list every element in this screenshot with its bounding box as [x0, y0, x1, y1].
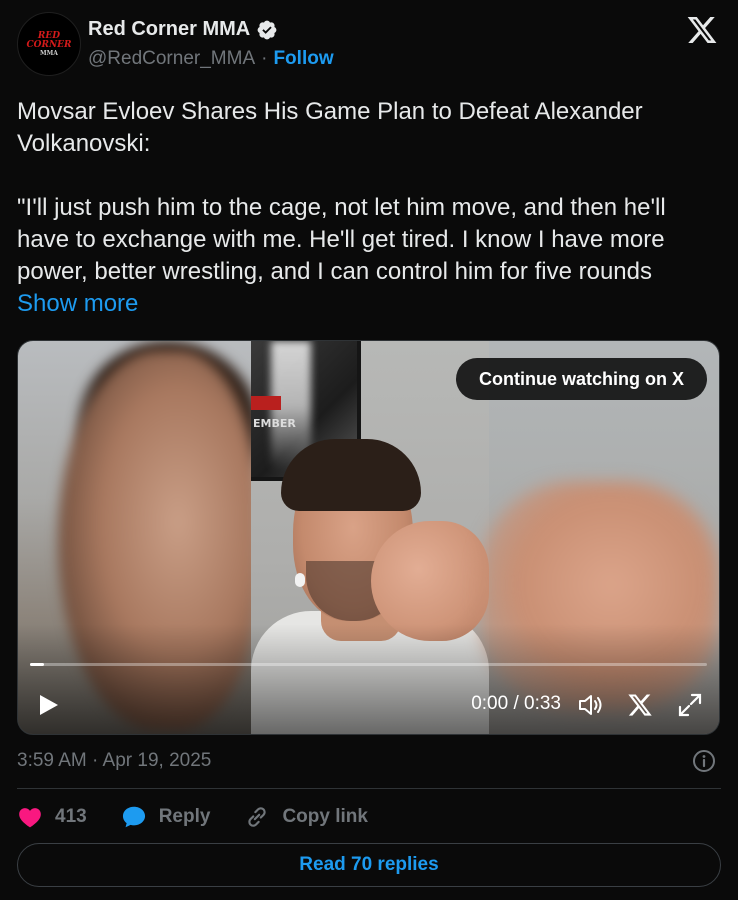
- like-button[interactable]: 413: [17, 804, 87, 830]
- volume-icon[interactable]: [577, 692, 605, 718]
- x-logo-icon[interactable]: [686, 14, 718, 46]
- read-replies-button[interactable]: Read 70 replies: [17, 843, 721, 887]
- continue-watching-button[interactable]: Continue watching on X: [456, 358, 707, 400]
- info-icon[interactable]: [692, 749, 716, 773]
- video-player[interactable]: EMBER Continue watching on X 0:00 / 0:33: [17, 340, 720, 735]
- tweet-embed-card: RED CORNER MMA Red Corner MMA @RedCorner…: [0, 0, 738, 900]
- avatar[interactable]: RED CORNER MMA: [17, 12, 81, 76]
- reply-bubble-icon: [122, 806, 145, 828]
- reply-button[interactable]: Reply: [121, 804, 211, 830]
- avatar-logo-line2: CORNER: [26, 39, 72, 50]
- verified-badge-icon: [257, 20, 277, 39]
- video-time: 0:00 / 0:33: [471, 693, 561, 714]
- action-bar: 413 Reply Copy link: [17, 802, 402, 832]
- author-name-row: Red Corner MMA: [88, 18, 278, 41]
- link-icon: [248, 807, 267, 827]
- x-small-icon[interactable]: [627, 692, 653, 718]
- heart-icon: [19, 808, 41, 828]
- avatar-logo-line3: MMA: [40, 49, 58, 57]
- video-progress-bar[interactable]: [30, 663, 707, 666]
- continue-watching-label: Continue watching on X: [479, 368, 684, 389]
- reply-label: Reply: [158, 806, 211, 827]
- earbud: [295, 573, 305, 587]
- tweet-text: Movsar Evloev Shares His Game Plan to De…: [17, 96, 717, 320]
- copy-link-label: Copy link: [282, 806, 368, 827]
- author-display-name[interactable]: Red Corner MMA: [88, 18, 250, 41]
- author-handle[interactable]: @RedCorner_MMA: [88, 48, 255, 70]
- play-icon[interactable]: [38, 693, 60, 717]
- tweet-body: Movsar Evloev Shares His Game Plan to De…: [17, 98, 666, 285]
- poster-text: EMBER: [253, 417, 296, 430]
- copy-link-button[interactable]: Copy link: [244, 804, 368, 830]
- expand-icon[interactable]: [677, 692, 703, 718]
- video-progress-fill: [30, 663, 44, 666]
- handle-separator: ·: [261, 48, 268, 69]
- follow-button[interactable]: Follow: [273, 48, 333, 70]
- divider: [17, 788, 721, 789]
- author-handle-row: @RedCorner_MMA · Follow: [88, 48, 334, 70]
- read-replies-label: Read 70 replies: [299, 854, 439, 875]
- show-more-link[interactable]: Show more: [17, 290, 138, 317]
- like-count: 413: [55, 806, 87, 827]
- tweet-timestamp[interactable]: 3:59 AM · Apr 19, 2025: [17, 750, 211, 772]
